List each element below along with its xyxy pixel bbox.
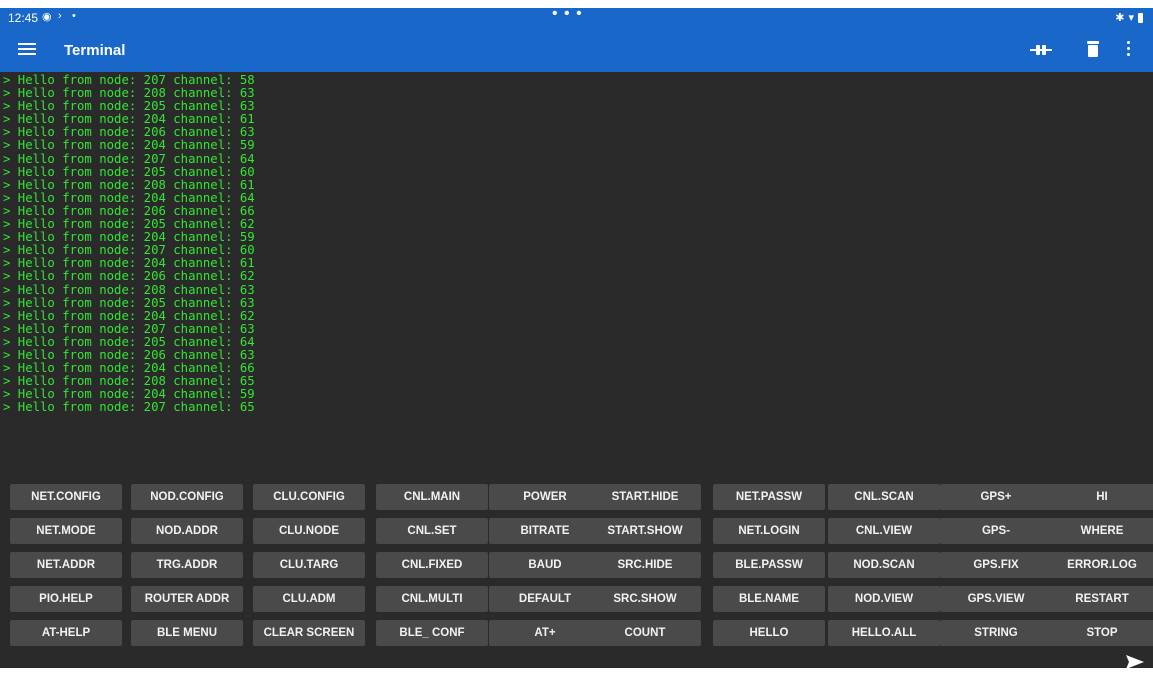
keypad-row: PIO.HELP ROUTER ADDR CLU.ADM CNL.MULTI DEFAU… (0, 586, 1153, 612)
command-button-default[interactable]: DEFAULT (489, 586, 601, 612)
command-button-ble-conf[interactable]: BLE_ CONF (376, 620, 488, 646)
command-button-gps-fix[interactable]: GPS.FIX (940, 552, 1052, 578)
command-button-stop[interactable]: STOP (1046, 620, 1153, 646)
more-vert-icon[interactable] (1124, 41, 1132, 59)
command-button-net-addr[interactable]: NET.ADDR (10, 552, 122, 578)
command-button-clu-config[interactable]: CLU.CONFIG (253, 484, 365, 510)
connect-icon[interactable] (1030, 42, 1052, 58)
command-button-clear-screen[interactable]: CLEAR SCREEN (253, 620, 365, 646)
terminal-line: > Hello from node: 205 channel: 60 (3, 164, 255, 179)
status-more-dots: • • • (552, 5, 583, 22)
command-button-src-show[interactable]: SRC.SHOW (589, 586, 701, 612)
command-button-gps[interactable]: GPS- (940, 518, 1052, 544)
keypad-row: NET.ADDR TRG.ADDR CLU.TARG CNL.FIXED BAUD SRC… (0, 552, 1153, 578)
command-button-nod-addr[interactable]: NOD.ADDR (131, 518, 243, 544)
command-button-gpsplus[interactable]: GPS+ (940, 484, 1052, 510)
command-button-hi[interactable]: HI (1046, 484, 1153, 510)
app-screen: 12:45 ◉ › • • • • ✱ ▾ Terminal > Hello f… (0, 5, 1153, 669)
terminal-line: > Hello from node: 206 channel: 62 (3, 269, 255, 284)
command-button-net-login[interactable]: NET.LOGIN (713, 518, 825, 544)
notification-dot-icon: • (72, 10, 76, 22)
command-button-bitrate[interactable]: BITRATE (489, 518, 601, 544)
send-icon[interactable] (1122, 650, 1148, 674)
command-button-start-hide[interactable]: START.HIDE (589, 484, 701, 510)
command-button-cnl-multi[interactable]: CNL.MULTI (376, 586, 488, 612)
command-button-error-log[interactable]: ERROR.LOG (1046, 552, 1153, 578)
command-button-cnl-set[interactable]: CNL.SET (376, 518, 488, 544)
command-button-clu-adm[interactable]: CLU.ADM (253, 586, 365, 612)
command-button-baud[interactable]: BAUD (489, 552, 601, 578)
command-button-clu-node[interactable]: CLU.NODE (253, 518, 365, 544)
trash-icon[interactable] (1087, 41, 1099, 57)
command-button-net-config[interactable]: NET.CONFIG (10, 484, 122, 510)
terminal-line: > Hello from node: 204 channel: 62 (3, 308, 255, 323)
command-button-nod-config[interactable]: NOD.CONFIG (131, 484, 243, 510)
command-button-net-passw[interactable]: NET.PASSW (713, 484, 825, 510)
command-button-hello[interactable]: HELLO (713, 620, 825, 646)
command-button-cnl-fixed[interactable]: CNL.FIXED (376, 552, 488, 578)
command-button-string[interactable]: STRING (940, 620, 1052, 646)
input-bar (0, 648, 1153, 676)
command-button-nod-scan[interactable]: NOD.SCAN (828, 552, 940, 578)
command-button-start-show[interactable]: START.SHOW (589, 518, 701, 544)
command-button-gps-view[interactable]: GPS.VIEW (940, 586, 1052, 612)
terminal-output[interactable]: > Hello from node: 207 channel: 58 > Hell… (0, 72, 1153, 477)
status-time: 12:45 (8, 11, 39, 25)
terminal-line: > Hello from node: 207 channel: 65 (3, 400, 255, 415)
keypad-row: AT-HELP BLE MENU CLEAR SCREEN BLE_ CONF AT+ C… (0, 620, 1153, 646)
terminal-line: > Hello from node: 205 channel: 64 (3, 334, 255, 349)
command-button-trg-addr[interactable]: TRG.ADDR (131, 552, 243, 578)
command-button-power[interactable]: POWER (489, 484, 601, 510)
battery-icon (1138, 12, 1143, 23)
status-bar: 12:45 ◉ › • • • • ✱ ▾ (0, 5, 1153, 28)
command-button-net-mode[interactable]: NET.MODE (10, 518, 122, 544)
bluetooth-icon: ✱ (1115, 12, 1125, 24)
command-button-count[interactable]: COUNT (589, 620, 701, 646)
page-title: Terminal (64, 42, 126, 59)
command-button-ble-name[interactable]: BLE.NAME (713, 586, 825, 612)
command-button-atplus[interactable]: AT+ (489, 620, 601, 646)
status-right-icons: ✱ ▾ (1115, 11, 1143, 24)
command-button-nod-view[interactable]: NOD.VIEW (828, 586, 940, 612)
command-button-ble-menu[interactable]: BLE MENU (131, 620, 243, 646)
menu-icon[interactable] (18, 40, 36, 60)
terminal-line: > Hello from node: 205 channel: 63 (3, 295, 255, 310)
command-button-src-hide[interactable]: SRC.HIDE (589, 552, 701, 578)
keypad-row: NET.MODE NOD.ADDR CLU.NODE CNL.SET BITRATE ST… (0, 518, 1153, 544)
command-button-hello-all[interactable]: HELLO.ALL (828, 620, 940, 646)
app-bar: Terminal (0, 28, 1153, 72)
sync-icon: ◉ (42, 11, 52, 23)
command-button-pio-help[interactable]: PIO.HELP (10, 586, 122, 612)
command-button-cnl-view[interactable]: CNL.VIEW (828, 518, 940, 544)
terminal-line: > Hello from node: 204 channel: 59 (3, 138, 255, 153)
terminal-line: > Hello from node: 208 channel: 63 (3, 282, 255, 297)
keypad-row: NET.CONFIG NOD.CONFIG CLU.CONFIG CNL.MAIN PO… (0, 484, 1153, 510)
terminal-line: > Hello from node: 207 channel: 63 (3, 321, 255, 336)
notification-icon: › (58, 10, 62, 22)
command-button-cnl-scan[interactable]: CNL.SCAN (828, 484, 940, 510)
command-button-router-addr[interactable]: ROUTER ADDR (131, 586, 243, 612)
command-button-where[interactable]: WHERE (1046, 518, 1153, 544)
command-button-ble-passw[interactable]: BLE.PASSW (713, 552, 825, 578)
command-button-clu-targ[interactable]: CLU.TARG (253, 552, 365, 578)
terminal-line: > Hello from node: 208 channel: 61 (3, 177, 255, 192)
terminal-line: > Hello from node: 207 channel: 64 (3, 151, 255, 166)
command-button-cnl-main[interactable]: CNL.MAIN (376, 484, 488, 510)
command-button-restart[interactable]: RESTART (1046, 586, 1153, 612)
wifi-icon: ▾ (1128, 12, 1134, 24)
command-button-at-help[interactable]: AT-HELP (10, 620, 122, 646)
terminal-line: > Hello from node: 204 channel: 64 (3, 190, 255, 205)
